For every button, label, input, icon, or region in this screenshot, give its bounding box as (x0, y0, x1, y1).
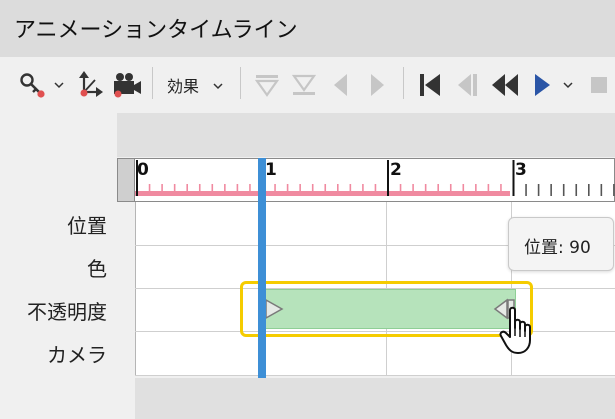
ruler-corner (117, 158, 135, 202)
ruler-label-2: 2 (390, 160, 402, 180)
effect-dropdown-label[interactable]: 効果 (167, 73, 199, 97)
ease-out-icon[interactable] (289, 70, 319, 100)
keyframe-dropdown-chevron-icon[interactable] (53, 80, 65, 90)
play-dropdown-chevron-icon[interactable] (562, 80, 574, 90)
track-divider (135, 375, 615, 376)
window-title: アニメーションタイムライン (14, 18, 298, 43)
ruler-ticks (135, 160, 615, 196)
ease-in-icon[interactable] (252, 70, 282, 100)
motion-path-icon[interactable] (74, 69, 106, 101)
stop-icon[interactable] (586, 72, 612, 98)
camera-icon[interactable] (110, 70, 144, 100)
prev-keyframe-icon[interactable] (328, 70, 354, 100)
timeline-footer-strip (135, 378, 615, 419)
toolbar-separator (152, 67, 153, 99)
hand-cursor-icon (499, 306, 531, 354)
track-label-opacity: 不透明度 (27, 300, 107, 324)
tooltip-text: 位置: 90 (524, 238, 591, 258)
play-icon[interactable] (529, 70, 555, 100)
value-tooltip: 位置: 90 (508, 217, 614, 271)
toolbar-separator (403, 67, 404, 99)
step-back-icon[interactable] (452, 70, 482, 100)
keyframe-icon[interactable] (16, 70, 50, 100)
toolbar-separator (240, 67, 241, 99)
ruler-label-1: 1 (265, 160, 277, 180)
ruler-label-3: 3 (515, 160, 527, 180)
clip-selection-highlight (240, 281, 533, 337)
track-label-position: 位置 (67, 214, 107, 238)
track-label-color: 色 (87, 257, 107, 281)
ruler-range-band (135, 191, 510, 196)
timeline-header-strip (117, 113, 615, 157)
effect-dropdown-chevron-icon[interactable] (212, 81, 224, 91)
go-to-start-icon[interactable] (415, 70, 445, 100)
playhead[interactable] (258, 158, 266, 378)
rewind-icon[interactable] (488, 70, 522, 100)
title-bar: アニメーションタイムライン (0, 0, 615, 57)
ruler-label-0: 0 (137, 160, 149, 180)
track-label-camera: カメラ (47, 343, 107, 367)
next-keyframe-icon[interactable] (364, 70, 390, 100)
